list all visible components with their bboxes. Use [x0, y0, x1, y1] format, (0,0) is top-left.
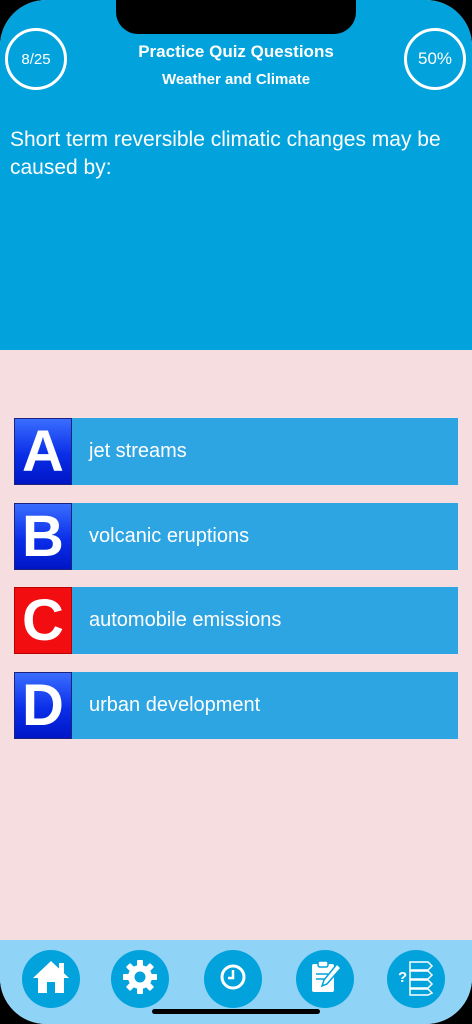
clock-icon — [219, 963, 247, 996]
question-text: Short term reversible climatic changes m… — [10, 128, 441, 179]
notepad-edit-icon — [307, 958, 343, 1001]
answer-letter-d: D — [14, 672, 72, 739]
answer-option-b[interactable]: B volcanic eruptions — [14, 503, 458, 570]
quiz-screen: 8/25 50% Practice Quiz Questions Weather… — [0, 0, 472, 1024]
quiz-title: Practice Quiz Questions — [138, 42, 334, 61]
answer-text-b: volcanic eruptions — [89, 525, 250, 547]
quiz-subtitle: Weather and Climate — [161, 71, 311, 88]
device-notch — [116, 0, 356, 34]
question-header: 8/25 50% Practice Quiz Questions Weather… — [0, 0, 472, 350]
home-icon — [31, 958, 71, 1001]
answer-option-c[interactable]: C automobile emissions — [14, 587, 458, 654]
home-tab-button[interactable] — [22, 950, 80, 1008]
home-indicator — [152, 1009, 320, 1014]
answer-option-a[interactable]: A jet streams — [14, 418, 458, 485]
answer-option-d[interactable]: D urban development — [14, 672, 458, 739]
answer-text-a: jet streams — [89, 440, 187, 462]
settings-tab-button[interactable] — [111, 950, 169, 1008]
history-tab-button[interactable] — [204, 950, 262, 1008]
answer-letter-a: A — [14, 418, 72, 485]
question-list-icon: ? — [396, 958, 436, 1001]
question-list-tab-button[interactable]: ? — [387, 950, 445, 1008]
notes-tab-button[interactable] — [296, 950, 354, 1008]
answer-letter-b: B — [14, 503, 72, 570]
answer-text-c: automobile emissions — [89, 609, 282, 631]
answer-letter-c: C — [14, 587, 72, 654]
answer-text-d: urban development — [89, 694, 261, 716]
gear-icon — [121, 958, 159, 1001]
svg-text:?: ? — [398, 969, 407, 986]
